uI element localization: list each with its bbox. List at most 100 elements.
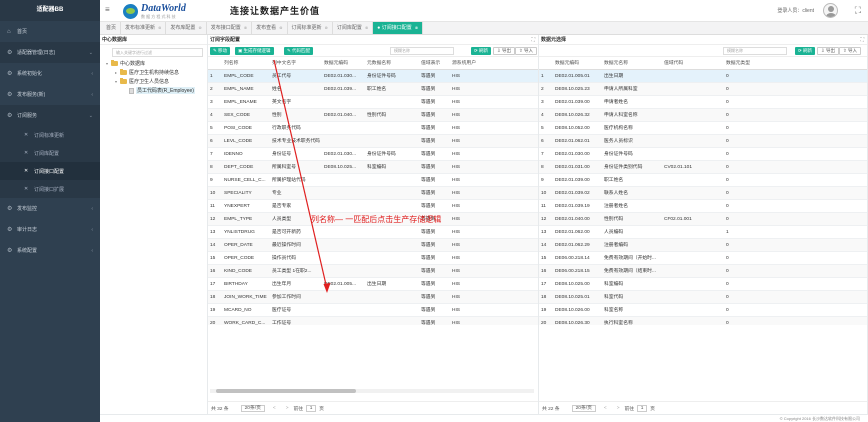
left-hscroll-thumb[interactable] [216,389,356,393]
sidebar-subitem[interactable]: ✕ 订阅接口配置 [0,162,100,180]
table-row[interactable]: 17 DE08.10.025.00 科室编码 0 [539,278,867,291]
table-row[interactable]: 7 IDENNO 身份证号 DE02.01.030... 身份证件号码 等遇到 HIS [208,148,538,161]
table-row[interactable]: 18 DE08.10.025.01 科室代码 0 [539,291,867,304]
table-row[interactable]: 10 SPECIALITY 专业 等遇到 HIS [208,187,538,200]
sidebar-subitem[interactable]: ✕ 订阅标准更新 [0,126,100,144]
close-icon[interactable]: ⊗ [325,25,328,30]
expand-icon[interactable]: ⛶ [860,35,864,45]
tab[interactable]: 订阅标准更新 ⊗ [288,22,333,34]
table-row[interactable]: 19 DE08.10.026.00 科室名称 0 [539,304,867,317]
table-row[interactable]: 11 YNEXPERT 是否专家 等遇到 HIS [208,200,538,213]
column-header[interactable]: 元数据名称 [365,58,419,69]
left-next-button[interactable]: > [286,406,289,411]
table-row[interactable]: 15 DE06.00.218.14 免费有效期间（开始时... 0 [539,252,867,265]
table-row[interactable]: 11 DE02.01.039.19 注册者姓名 0 [539,200,867,213]
table-row[interactable]: 5 DE08.10.052.00 医疗机构名称 0 [539,122,867,135]
tree-node[interactable]: ▾ 医疗卫生人员信息 [100,77,207,86]
table-row[interactable]: 20 DE08.10.026.30 执行科室名称 0 [539,317,867,325]
tab[interactable]: 发布查看 ⊗ [252,22,288,34]
table-row[interactable]: 14 DE02.01.062.29 注册者编码 0 [539,239,867,252]
left-hscrollbar[interactable] [210,389,534,393]
right-page-input[interactable]: 1 [637,404,648,412]
sidebar-item[interactable]: ⚙ 订阅服务 ⌄ [0,105,100,126]
table-row[interactable]: 3 DE02.01.039.00 申请者姓名 0 [539,96,867,109]
column-header[interactable]: 列名称 [222,58,270,69]
avatar[interactable] [823,3,838,18]
code-match-button[interactable]: ✎ 代码匹配 [284,47,314,55]
expand-icon[interactable]: ⛶ [531,35,535,45]
sidebar-item[interactable]: ⚙ 系统初始化 ‹ [0,63,100,84]
table-row[interactable]: 19 MCARD_NO 医疗证号 等遇到 HIS [208,304,538,317]
column-header[interactable]: 值域代码 [662,58,724,69]
table-row[interactable]: 8 DE02.01.031.00 身份证件类别代码 CV02.01.101 0 [539,161,867,174]
left-search-input[interactable]: 模糊名称 [390,47,454,55]
table-row[interactable]: 1 DE02.01.005.01 出生日期 0 [539,70,867,83]
table-row[interactable]: 10 DE02.01.039.02 联系人姓名 0 [539,187,867,200]
sidebar-item[interactable]: ⚙ 发布服务(新) ‹ [0,84,100,105]
column-header[interactable]: 数据元编码 [553,58,602,69]
column-header[interactable] [208,58,222,69]
right-page-size-select[interactable]: 20条/页 [571,404,596,412]
left-page-size-select[interactable]: 20条/页 [240,404,265,412]
tree-node[interactable]: 员工代码表(R_Employee) [100,86,207,95]
table-row[interactable]: 9 NURSE_CELL_C... 所属护理站代码 等遇到 HIS [208,174,538,187]
tab[interactable]: 订阅库配置 ⊗ [333,22,374,34]
right-prev-button[interactable]: < [604,406,607,411]
close-icon[interactable]: ⊗ [415,25,418,30]
column-header[interactable]: 数据元编码 [322,58,365,69]
table-row[interactable]: 13 YNLISTDRUG 是否可开新药 等遇到 HIS [208,226,538,239]
close-icon[interactable]: ⊗ [244,25,247,30]
table-row[interactable]: 20 WORK_CARD_C... 工作证号 等遇到 HIS [208,317,538,325]
sidebar-item[interactable]: ⚙ 审计日志 ‹ [0,219,100,240]
table-row[interactable]: 5 POSI_CODE 行政职务代码 等遇到 HIS [208,122,538,135]
tree-node[interactable]: ▸ 医疗卫生机构持续信息 [100,68,207,77]
sidebar-item[interactable]: ⚙ 发布监控 ‹ [0,198,100,219]
table-row[interactable]: 12 DE02.01.040.00 性别代码 CF02.01.001 0 [539,213,867,226]
column-header[interactable]: 数据元类型 [724,58,764,69]
sidebar-subitem[interactable]: ✕ 订阅库配置 [0,144,100,162]
right-refresh-button[interactable]: ⟳ 刷新 [795,47,816,55]
table-row[interactable]: 6 LEVL_CODE 技术专业技术职务代码 等遇到 HIS [208,135,538,148]
table-row[interactable]: 7 DE02.01.030.00 身份证件号码 0 [539,148,867,161]
column-header[interactable]: 源系统用户 [450,58,485,69]
column-header[interactable]: 列中文名字 [270,58,322,69]
sidebar-item[interactable]: ⚙ 系统配置 ‹ [0,240,100,261]
generate-storage-logic-button[interactable]: ▣ 生成存储逻辑 [235,47,274,55]
close-icon[interactable]: ⊗ [279,25,282,30]
table-row[interactable]: 4 DE08.10.026.32 申请人科室名称 0 [539,109,867,122]
tab[interactable]: 发布库配置 ⊗ [166,22,207,34]
tab[interactable]: 首页 [102,22,122,34]
left-refresh-button[interactable]: ⟳ 刷新 [471,47,492,55]
close-icon[interactable]: ⊗ [198,25,201,30]
table-row[interactable]: 9 DE02.01.039.00 职工姓名 0 [539,174,867,187]
left-import-button[interactable]: ⇧ 导入 [515,47,538,55]
table-row[interactable]: 2 DE08.10.025.23 申请人所属科室 0 [539,83,867,96]
table-row[interactable]: 14 OPER_DATE 最近操作时间 等遇到 HIS [208,239,538,252]
left-page-input[interactable]: 1 [306,404,317,412]
tree-search-input[interactable]: 输入关键字进行过滤 [112,48,203,57]
right-export-button[interactable]: ⇩ 导出 [817,47,840,55]
tab[interactable]: ● 订阅接口配置 ⊗ [373,22,424,34]
tab[interactable]: 发布标准更新 ⊗ [121,22,167,34]
right-next-button[interactable]: > [617,406,620,411]
table-row[interactable]: 15 OPER_CODE 操作员代码 等遇到 HIS [208,252,538,265]
right-import-button[interactable]: ⇧ 导入 [839,47,862,55]
column-header[interactable] [539,58,553,69]
close-icon[interactable]: ⊗ [158,25,161,30]
move-button[interactable]: ✎ 移动 [210,47,231,55]
table-row[interactable]: 3 EMPL_ENAME 英文名字 等遇到 HIS [208,96,538,109]
table-row[interactable]: 16 KIND_CODE 员工类型 1在职2... 等遇到 HIS [208,265,538,278]
right-search-input[interactable]: 模糊名称 [723,47,787,55]
sidebar-subitem[interactable]: ✕ 订阅接口扩展 [0,180,100,198]
column-header[interactable]: 数据元名称 [602,58,662,69]
left-prev-button[interactable]: < [273,406,276,411]
table-row[interactable]: 1 EMPL_CODE 员工代号 DE02.01.030... 身份证件号码 等遇到 HIS [208,70,538,83]
menu-toggle-icon[interactable]: ≡ [105,6,113,14]
table-row[interactable]: 4 SEX_CODE 性别 DE02.01.040... 性别代码 等遇到 HIS [208,109,538,122]
sidebar-item[interactable]: ⚙ 适配器管理(日志) ⌄ [0,42,100,63]
left-export-button[interactable]: ⇩ 导出 [493,47,516,55]
column-header[interactable]: 值域表示 [419,58,450,69]
table-row[interactable]: 17 BIRTHDAY 出生年月 DE02.01.005... 出生日期 等遇到 HIS [208,278,538,291]
table-row[interactable]: 16 DE06.00.218.15 免费有效期间（结束时... 0 [539,265,867,278]
table-row[interactable]: 18 JOIN_WORK_TIME 参加工作时间 等遇到 HIS [208,291,538,304]
